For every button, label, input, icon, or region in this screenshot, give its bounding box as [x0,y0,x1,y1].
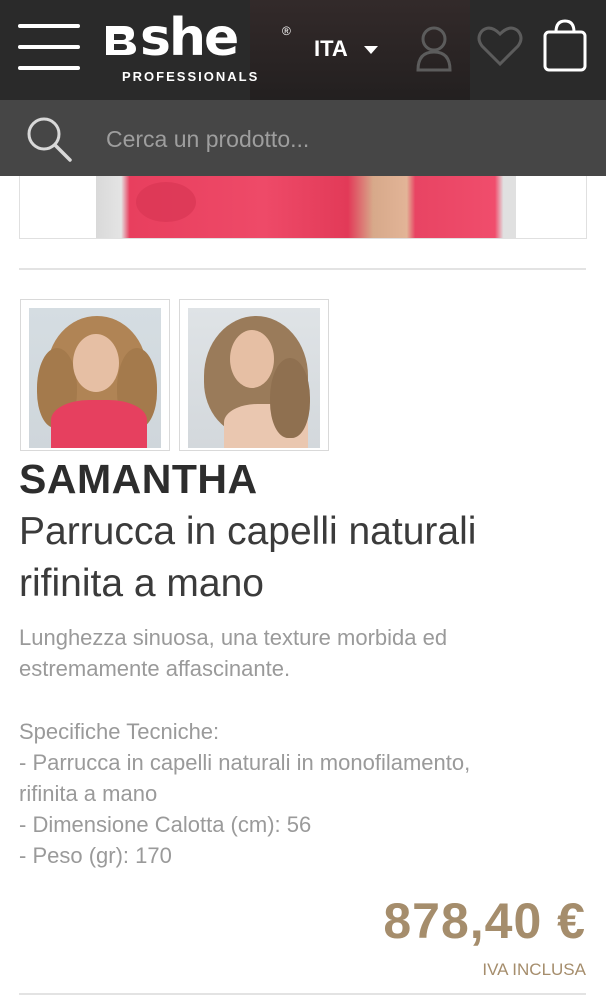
product-price: 878,40 € [383,893,586,949]
logo-mark-icon [106,26,136,55]
heart-icon[interactable] [476,24,524,68]
main-product-image[interactable] [96,176,516,238]
product-description: Lunghezza sinuosa, una texture morbida e… [19,625,448,681]
bottom-divider [19,993,586,995]
language-selector[interactable]: ITA [314,36,348,62]
search-input[interactable] [104,118,588,160]
technical-specs: Specifiche Tecniche: - Parrucca in capel… [19,716,589,871]
thumbnail-image [29,308,161,448]
she-professionals-logo[interactable]: she ® PROFESSIONALS [104,8,299,86]
thumbnail-image [188,308,320,448]
thumbnail-front-view[interactable] [20,299,170,451]
specs-title: Specifiche Tecniche: [19,719,220,744]
user-icon[interactable] [412,24,456,74]
search-bar [0,100,606,176]
shopping-bag-icon[interactable] [542,18,588,74]
menu-icon[interactable] [18,24,80,70]
spec-line: rifinita a mano [19,781,158,806]
registered-mark: ® [282,24,291,38]
top-header: she ® PROFESSIONALS ITA [0,0,606,100]
dress-fold [136,182,196,222]
section-divider [19,268,586,270]
tax-note: IVA INCLUSA [482,960,586,979]
spec-line: - Peso (gr): 170 [19,843,172,868]
logo-wordmark: she [140,8,239,68]
search-icon[interactable] [24,114,76,166]
chevron-down-icon[interactable] [364,46,378,54]
product-name: SAMANTHA [19,456,258,502]
main-product-image-frame [19,176,587,239]
thumbnail-side-view[interactable] [179,299,329,451]
logo-subtitle: PROFESSIONALS [122,69,260,84]
product-subtitle: Parrucca in capelli naturali rifinita a … [19,510,477,605]
spec-line: - Dimensione Calotta (cm): 56 [19,812,312,837]
spec-line: - Parrucca in capelli naturali in monofi… [19,750,471,775]
